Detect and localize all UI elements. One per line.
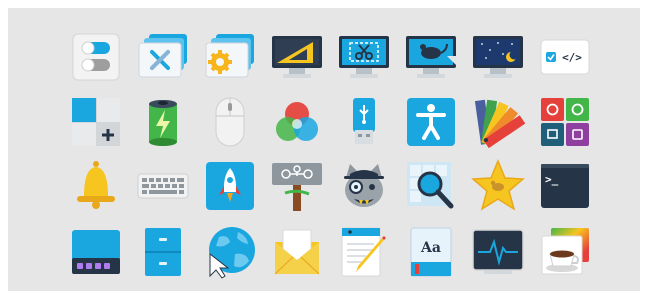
- app-grid-icon[interactable]: [537, 94, 593, 150]
- globe-network-icon[interactable]: [202, 224, 258, 280]
- night-screensaver-icon[interactable]: [470, 30, 526, 86]
- system-settings-icon[interactable]: [202, 30, 258, 86]
- rgb-colors-icon[interactable]: [269, 94, 325, 150]
- screenshot-scissors-icon[interactable]: [336, 30, 392, 86]
- window-preferences-icon[interactable]: [135, 30, 191, 86]
- system-monitor-icon[interactable]: [470, 224, 526, 280]
- detective-cat-icon[interactable]: [336, 158, 392, 214]
- workspace-switcher-icon[interactable]: [68, 224, 124, 280]
- layout-tiles-icon[interactable]: [68, 94, 124, 150]
- coffee-cup-icon[interactable]: [537, 224, 593, 280]
- dictionary-book-icon[interactable]: Aa: [403, 224, 459, 280]
- rocket-launcher-icon[interactable]: [202, 158, 258, 214]
- star-favorites-icon[interactable]: [470, 158, 526, 214]
- display-mouse-icon[interactable]: [403, 30, 459, 86]
- battery-charging-icon[interactable]: [135, 94, 191, 150]
- icon-grid: </> >_ Aa: [68, 30, 608, 280]
- toggle-switches-icon[interactable]: [68, 30, 124, 86]
- search-magnifier-icon[interactable]: [403, 158, 459, 214]
- network-signpost-icon[interactable]: [269, 158, 325, 214]
- bell-icon[interactable]: [68, 158, 124, 214]
- accessibility-icon[interactable]: [403, 94, 459, 150]
- dictionary-label-text: Aa: [420, 240, 441, 256]
- mouse-icon[interactable]: [202, 94, 258, 150]
- file-cabinet-icon[interactable]: [135, 224, 191, 280]
- text-editor-pencil-icon[interactable]: [336, 224, 392, 280]
- mail-envelope-icon[interactable]: [269, 224, 325, 280]
- code-editor-icon[interactable]: </>: [537, 30, 593, 86]
- usb-drive-icon[interactable]: [336, 94, 392, 150]
- keyboard-icon[interactable]: [135, 158, 191, 214]
- icon-panel: </> >_ Aa: [8, 8, 640, 291]
- monitor-ruler-icon[interactable]: [269, 30, 325, 86]
- terminal-prompt-text: >_: [545, 173, 559, 186]
- code-symbol-text: </>: [562, 51, 582, 64]
- terminal-icon[interactable]: >_: [537, 158, 593, 214]
- color-swatches-icon[interactable]: [470, 94, 526, 150]
